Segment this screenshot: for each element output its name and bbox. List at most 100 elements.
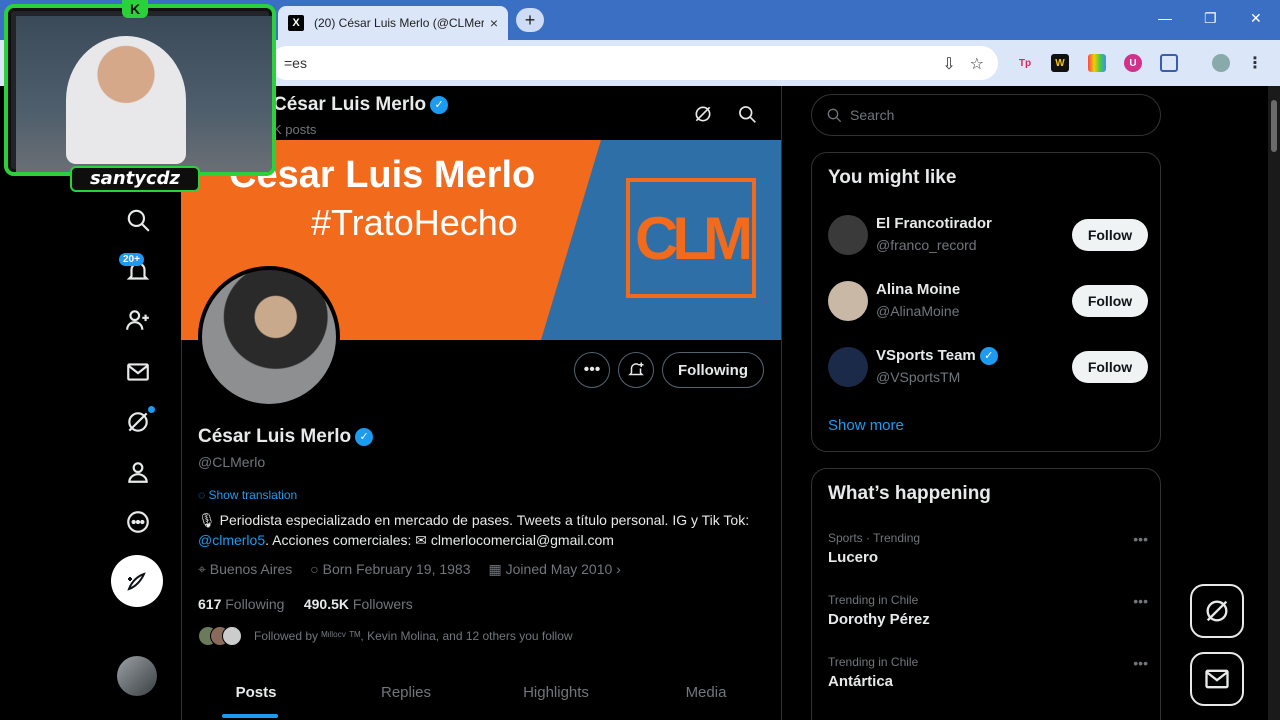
- suggestion-name: El Francotirador: [876, 215, 992, 232]
- profile-handle: @CLMerlo: [198, 454, 266, 470]
- follower-avatar: [222, 626, 242, 646]
- trend-more-icon[interactable]: •••: [1133, 531, 1148, 547]
- extension-u-icon[interactable]: U: [1124, 54, 1142, 72]
- tab-highlights[interactable]: Highlights: [481, 670, 631, 720]
- scrollbar-thumb[interactable]: [1271, 100, 1277, 152]
- subscribe-notifications-button[interactable]: [618, 352, 654, 388]
- tab-media[interactable]: Media: [631, 670, 781, 720]
- account-avatar[interactable]: [117, 656, 157, 696]
- whats-happening-card: What’s happening Sports · Trending Lucer…: [811, 468, 1161, 720]
- close-window-icon[interactable]: ✕: [1250, 10, 1262, 27]
- followed-by-row[interactable]: Followed by ᴹᶦˡˡᵒᶜᵛ ᵀᴹ, Kevin Molina, an…: [198, 626, 573, 646]
- new-tab-button[interactable]: +: [516, 8, 544, 32]
- extension-tp-icon[interactable]: Tp: [1016, 54, 1034, 72]
- extension-color-icon[interactable]: [1088, 54, 1106, 72]
- webcam-frame: [4, 4, 276, 176]
- trend-item[interactable]: Trending in Chile Antártica •••: [828, 655, 1148, 699]
- more-options-icon[interactable]: [118, 502, 158, 542]
- suggestion-item[interactable]: El Francotirador @franco_record Follow: [828, 215, 1148, 259]
- bookmark-star-icon[interactable]: ☆: [970, 54, 984, 74]
- joined-item[interactable]: ▦ Joined May 2010 ›: [489, 561, 621, 578]
- browser-menu-icon[interactable]: ⋮: [1246, 54, 1264, 72]
- tab-replies[interactable]: Replies: [331, 670, 481, 720]
- verified-badge-icon: ✓: [430, 95, 449, 114]
- profile-avatar[interactable]: [198, 266, 340, 408]
- profile-meta: ⌖ Buenos Aires ○ Born February 19, 1983 …: [198, 561, 621, 578]
- column-divider: [781, 86, 782, 720]
- balloon-icon: ○: [310, 561, 319, 577]
- card-title: You might like: [828, 167, 957, 188]
- profile-avatar-icon[interactable]: [1212, 54, 1230, 72]
- search-icon: [827, 108, 842, 123]
- tab-close-icon[interactable]: ×: [490, 15, 498, 31]
- explore-search-icon[interactable]: [118, 200, 158, 240]
- card-title: What’s happening: [828, 483, 991, 504]
- overlay-k-logo: K: [122, 0, 148, 18]
- page-scrollbar[interactable]: [1268, 86, 1280, 720]
- suggestion-handle: @AlinaMoine: [876, 303, 960, 319]
- follow-button[interactable]: Follow: [1072, 285, 1148, 317]
- following-button[interactable]: Following: [662, 352, 764, 388]
- verified-badge-icon: ✓: [355, 427, 374, 446]
- minimize-icon[interactable]: —: [1158, 10, 1172, 26]
- header-profile-name: César Luis Merlo ✓: [273, 94, 449, 116]
- show-more-link[interactable]: Show more: [828, 417, 904, 434]
- banner-hashtag-text: #TratoHecho: [311, 202, 518, 243]
- trend-context: Sports · Trending: [828, 531, 921, 545]
- grok-floating-button[interactable]: [1190, 584, 1244, 638]
- suggestion-name: VSports Team ✓: [876, 347, 998, 366]
- profile-name: César Luis Merlo ✓: [198, 426, 374, 448]
- birthday-item: ○ Born February 19, 1983: [310, 561, 471, 577]
- compose-post-button[interactable]: [111, 555, 163, 607]
- bio-mention-link[interactable]: @clmerlo5: [198, 532, 265, 548]
- follow-user-icon[interactable]: [118, 300, 158, 340]
- followers-stat[interactable]: 490.5K Followers: [304, 596, 413, 612]
- trend-item[interactable]: Trending in Chile Dorothy Pérez •••: [828, 593, 1148, 637]
- messages-floating-button[interactable]: [1190, 652, 1244, 706]
- search-input[interactable]: Search: [811, 94, 1161, 136]
- location-item: ⌖ Buenos Aires: [198, 561, 293, 577]
- grok-analyze-icon[interactable]: [693, 104, 713, 124]
- trend-more-icon[interactable]: •••: [1133, 655, 1148, 671]
- follow-stats: 617 Following 490.5K Followers: [198, 596, 413, 612]
- following-stat[interactable]: 617 Following: [198, 596, 284, 612]
- trend-context: Trending in Chile: [828, 593, 919, 607]
- trend-more-icon[interactable]: •••: [1133, 593, 1148, 609]
- who-to-follow-card: You might like El Francotirador @franco_…: [811, 152, 1161, 452]
- extensions-puzzle-icon[interactable]: [1160, 54, 1178, 72]
- maximize-icon[interactable]: ❐: [1204, 10, 1217, 27]
- messages-envelope-icon[interactable]: [118, 352, 158, 392]
- suggestion-name: Alina Moine: [876, 281, 961, 298]
- suggestion-avatar: [828, 215, 868, 255]
- suggestion-item[interactable]: Alina Moine @AlinaMoine Follow: [828, 281, 1148, 325]
- calendar-icon: ▦: [488, 561, 502, 577]
- trend-context: Trending in Chile: [828, 655, 919, 669]
- more-actions-button[interactable]: •••: [574, 352, 610, 388]
- suggestion-handle: @franco_record: [876, 237, 977, 253]
- suggestion-avatar: [828, 347, 868, 387]
- follow-button[interactable]: Follow: [1072, 219, 1148, 251]
- trend-item[interactable]: Sports · Trending Lucero •••: [828, 531, 1148, 575]
- address-bar[interactable]: =es ⇩ ☆: [270, 46, 998, 80]
- streamer-figure: [66, 36, 186, 164]
- profile-person-icon[interactable]: [118, 452, 158, 492]
- notifications-badge: 20+: [119, 253, 144, 266]
- active-tab-indicator: [222, 714, 278, 718]
- extension-w-icon[interactable]: W: [1051, 54, 1069, 72]
- url-text: =es: [284, 55, 307, 71]
- show-translation-link[interactable]: ◌ Show translation: [198, 488, 297, 502]
- banner-clm-logo: CLM: [626, 178, 756, 298]
- browser-tab[interactable]: X (20) César Luis Merlo (@CLMerlo ×: [278, 6, 508, 40]
- trend-topic: Lucero: [828, 549, 879, 566]
- suggestion-handle: @VSportsTM: [876, 369, 961, 385]
- followed-by-text: Followed by ᴹᶦˡˡᵒᶜᵛ ᵀᴹ, Kevin Molina, an…: [254, 629, 573, 643]
- search-placeholder: Search: [850, 107, 895, 123]
- grok-notification-dot: [148, 406, 155, 413]
- tab-posts[interactable]: Posts: [181, 670, 331, 720]
- install-icon[interactable]: ⇩: [942, 54, 955, 74]
- search-posts-icon[interactable]: [737, 104, 757, 124]
- profile-bio: 🎙 Periodista especializado en mercado de…: [198, 512, 750, 548]
- suggestion-item[interactable]: VSports Team ✓ @VSportsTM Follow: [828, 347, 1148, 391]
- verified-badge-icon: ✓: [979, 347, 998, 366]
- follow-button[interactable]: Follow: [1072, 351, 1148, 383]
